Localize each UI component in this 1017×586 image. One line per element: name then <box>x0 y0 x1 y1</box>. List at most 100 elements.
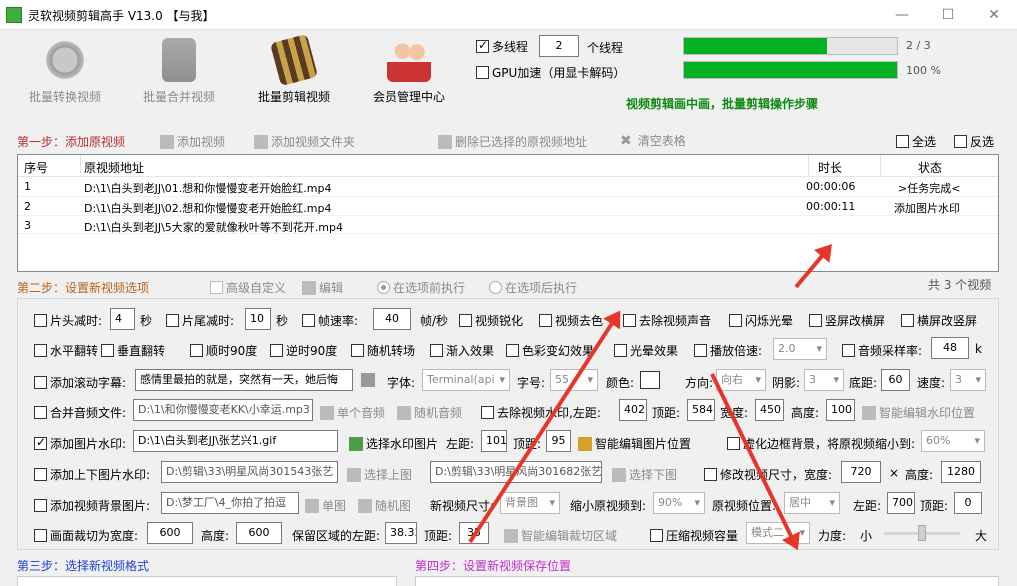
clear-list-button[interactable]: ✖ 清空表格 <box>620 132 686 149</box>
halo-option[interactable]: 光晕效果 <box>614 342 678 359</box>
head-cut-checkbox[interactable] <box>34 314 47 327</box>
resize-width-input[interactable]: 720 <box>841 461 881 483</box>
ccw90-checkbox[interactable] <box>270 344 283 357</box>
decolor-checkbox[interactable] <box>539 314 552 327</box>
speed-select[interactable]: 2.0 <box>773 338 827 360</box>
exec-before-radio[interactable] <box>377 281 390 294</box>
single-audio-button[interactable]: 单个音频 <box>320 404 385 421</box>
sample-rate-option[interactable]: 音频采样率: <box>842 342 922 359</box>
hflip-option[interactable]: 水平翻转 <box>34 342 98 359</box>
background-image-option[interactable]: 添加视频背景图片: <box>34 497 150 514</box>
ccw90-option[interactable]: 逆时90度 <box>270 342 337 359</box>
h2v-checkbox[interactable] <box>901 314 914 327</box>
bg-top-input[interactable]: 0 <box>954 492 982 514</box>
scroll-text-checkbox[interactable] <box>34 376 47 389</box>
sharpen-option[interactable]: 视频锐化 <box>459 312 523 329</box>
blur-background-option[interactable]: 虚化边框背景，将原视频缩小到: <box>727 435 915 452</box>
decolor-option[interactable]: 视频去色 <box>539 312 603 329</box>
scroll-text-input[interactable]: 感情里最拍的就是，突然有一天，她后悔 <box>135 369 353 391</box>
advanced-checkbox[interactable] <box>210 281 223 294</box>
batch-edit-button[interactable]: 批量剪辑视频 <box>239 32 349 116</box>
scroll-speed-select[interactable]: 3 <box>950 369 986 391</box>
random-audio-button[interactable]: 随机音频 <box>397 404 462 421</box>
bg-left-input[interactable]: 700 <box>887 492 915 514</box>
resize-option[interactable]: 修改视频尺寸，宽度: <box>704 466 832 483</box>
vflip-checkbox[interactable] <box>101 344 114 357</box>
fade-in-option[interactable]: 渐入效果 <box>430 342 494 359</box>
tail-cut-input[interactable]: 10 <box>245 308 271 330</box>
bottom-input[interactable]: 60 <box>881 369 910 391</box>
sample-rate-input[interactable]: 48 <box>931 337 969 359</box>
merge-audio-checkbox[interactable] <box>34 406 47 419</box>
speed-checkbox[interactable] <box>694 344 707 357</box>
speed-option[interactable]: 播放倍速: <box>694 342 762 359</box>
cw90-option[interactable]: 顺时90度 <box>190 342 257 359</box>
blur-background-checkbox[interactable] <box>727 437 740 450</box>
crop-height-input[interactable]: 600 <box>236 522 282 544</box>
smart-watermark-button[interactable]: 智能编辑水印位置 <box>862 404 975 421</box>
flash-option[interactable]: 闪烁光晕 <box>729 312 793 329</box>
direction-select[interactable]: 向右 <box>716 369 766 391</box>
choose-watermark-button[interactable]: 选择水印图片 <box>349 435 438 452</box>
strength-slider-thumb[interactable] <box>918 525 926 541</box>
maximize-button[interactable]: ☐ <box>925 0 971 30</box>
image-path-input[interactable]: D:\1\白头到老JJ\张艺兴1.gif <box>133 430 338 452</box>
audio-path-input[interactable]: D:\1\和你慢慢变老KK\小幸运.mp3 <box>133 399 313 421</box>
smart-crop-button[interactable]: 智能编辑裁切区域 <box>504 527 617 544</box>
invert-select-button[interactable]: 反选 <box>954 133 994 150</box>
thread-count-input[interactable]: 2 <box>539 35 579 57</box>
minimize-button[interactable]: — <box>879 0 925 30</box>
multithread-checkbox[interactable] <box>476 38 489 53</box>
crop-checkbox[interactable] <box>34 529 47 542</box>
font-select[interactable]: Terminal(api <box>422 369 510 391</box>
color-effect-option[interactable]: 色彩变幻效果 <box>506 342 594 359</box>
invert-checkbox[interactable] <box>954 135 967 148</box>
random-transition-option[interactable]: 随机转场 <box>351 342 415 359</box>
choose-bottom-image-button[interactable]: 选择下图 <box>612 466 677 483</box>
background-path-input[interactable]: D:\梦工厂\4_你拍了拍逗 <box>161 492 299 514</box>
shadow-select[interactable]: 3 <box>804 369 844 391</box>
gpu-checkbox[interactable] <box>476 66 489 79</box>
add-video-button[interactable]: 添加视频 <box>160 133 225 150</box>
select-all-button[interactable]: 全选 <box>896 133 936 150</box>
color-picker[interactable] <box>640 371 660 389</box>
h2v-option[interactable]: 横屏改竖屏 <box>901 312 977 329</box>
tail-cut-option[interactable]: 片尾减时: <box>166 312 234 329</box>
head-cut-option[interactable]: 片头减时: <box>34 312 102 329</box>
close-button[interactable]: ✕ <box>971 0 1017 30</box>
cw90-checkbox[interactable] <box>190 344 203 357</box>
wm-top-input[interactable]: 584 <box>687 399 715 421</box>
text-style-icon[interactable] <box>361 373 375 387</box>
delete-selected-button[interactable]: 删除已选择的原视频地址 <box>438 133 587 150</box>
top-bottom-watermark-option[interactable]: 添加上下图片水印: <box>34 466 150 483</box>
fade-in-checkbox[interactable] <box>430 344 443 357</box>
img-top-input[interactable]: 95 <box>546 430 571 452</box>
wm-left-input[interactable]: 402 <box>619 399 647 421</box>
compress-checkbox[interactable] <box>650 529 663 542</box>
v2h-checkbox[interactable] <box>809 314 822 327</box>
mute-option[interactable]: 去除视频声音 <box>623 312 711 329</box>
wm-width-input[interactable]: 450 <box>755 399 784 421</box>
head-cut-input[interactable]: 4 <box>110 308 135 330</box>
random-image-button[interactable]: 随机图 <box>358 497 411 514</box>
exec-before-option[interactable]: 在选项前执行 <box>377 279 465 296</box>
select-all-checkbox[interactable] <box>896 135 909 148</box>
remove-watermark-option[interactable]: 去除视频水印,左距: <box>481 404 601 421</box>
exec-after-radio[interactable] <box>489 281 502 294</box>
multithread-option[interactable]: 多线程 <box>476 38 528 55</box>
position-select[interactable]: 居中 <box>784 492 840 514</box>
image-watermark-option[interactable]: 添加图片水印: <box>34 435 126 452</box>
flash-checkbox[interactable] <box>729 314 742 327</box>
table-row[interactable]: 1 D:\1\白头到老JJ\01.想和你慢慢变老开始脸红.mp4 00:00:0… <box>18 177 998 196</box>
resize-height-input[interactable]: 1280 <box>941 461 981 483</box>
halo-checkbox[interactable] <box>614 344 627 357</box>
edit-button[interactable]: 编辑 <box>302 279 343 296</box>
compress-option[interactable]: 压缩视频容量 <box>650 527 738 544</box>
table-row[interactable]: 3 D:\1\白头到老JJ\5大家的爱就像秋叶等不到花开.mp4 <box>18 215 998 234</box>
single-image-button[interactable]: 单图 <box>305 497 346 514</box>
video-list-table[interactable]: 序号 原视频地址 时长 状态 1 D:\1\白头到老JJ\01.想和你慢慢变老开… <box>17 154 999 272</box>
member-center-button[interactable]: 会员管理中心 <box>354 32 464 116</box>
fps-option[interactable]: 帧速率: <box>302 312 358 329</box>
table-row[interactable]: 2 D:\1\白头到老JJ\02.想和你慢慢变老开始脸红.mp4 00:00:1… <box>18 196 998 215</box>
sharpen-checkbox[interactable] <box>459 314 472 327</box>
